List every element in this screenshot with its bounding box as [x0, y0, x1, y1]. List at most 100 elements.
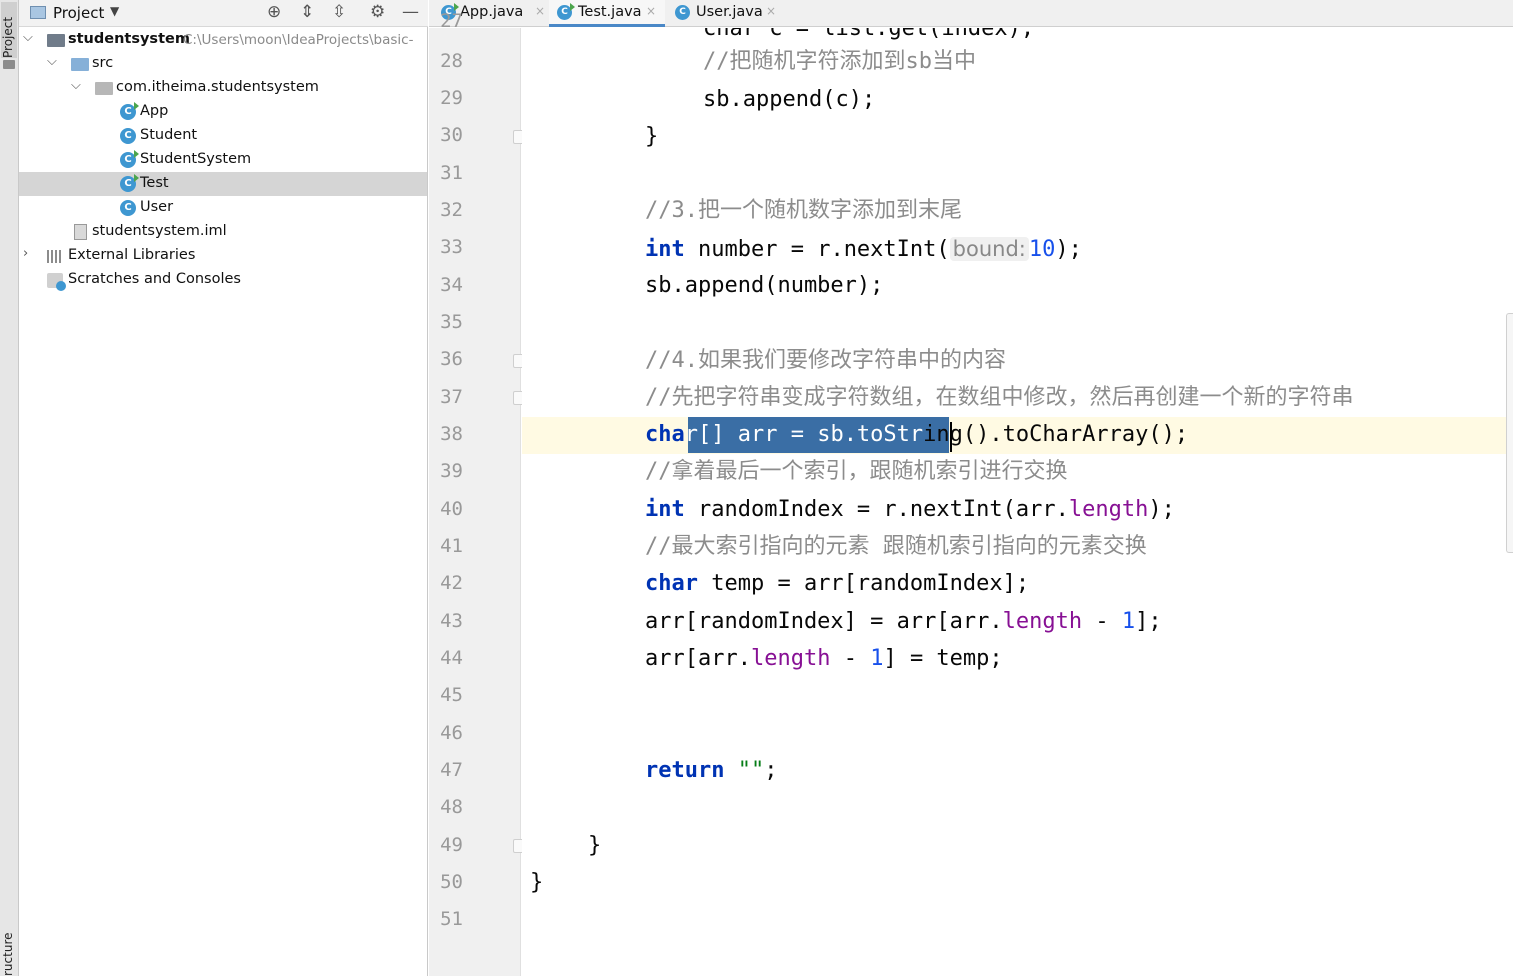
tree-item-test[interactable]: C Test [19, 172, 427, 196]
tree-item-label: App [140, 103, 169, 119]
project-panel: Project ▼ ⊕ ⇕ ⇳ ⚙ — ⌵ studentsystem C:\U… [19, 0, 428, 976]
tree-item-label: StudentSystem [140, 151, 252, 167]
tree-item-student[interactable]: C Student [19, 124, 427, 148]
line-number: 45 [440, 684, 463, 706]
chevron-down-icon[interactable]: ▼ [110, 4, 119, 18]
java-class-icon: C [675, 5, 690, 20]
chevron-down-icon[interactable]: ⌵ [71, 78, 81, 93]
code-text: ); [1148, 497, 1175, 522]
code-line-29: sb.append(c); [703, 87, 876, 112]
project-view-icon [30, 6, 46, 19]
number-literal: 10 [1028, 237, 1056, 262]
locate-icon[interactable]: ⊕ [267, 2, 281, 22]
code-text: ]; [1135, 609, 1162, 634]
tree-item-iml[interactable]: studentsystem.iml [19, 220, 427, 244]
close-icon[interactable]: × [766, 4, 776, 18]
tree-item-label: studentsystem [68, 31, 190, 47]
chevron-right-icon[interactable]: › [23, 246, 28, 261]
code-line-39: //拿着最后一个索引，跟随机索引进行交换 [645, 459, 1068, 484]
tab-label: User.java [696, 4, 763, 20]
tree-item-label: External Libraries [68, 247, 196, 263]
editor-tab-bar: C App.java × C Test.java × C User.java × [429, 0, 1513, 27]
structure-tool-window-button[interactable]: ructure [1, 930, 17, 976]
tree-item-label: Student [140, 127, 198, 143]
line-number-gutter: 27 28 29 30 31 32 33 34 35 36 37 38 39 4… [429, 10, 527, 976]
code-line-27: char c = list.get(index); [703, 28, 1035, 41]
source-folder-icon [71, 58, 89, 71]
line-number: 38 [440, 423, 463, 445]
libraries-icon [47, 250, 63, 263]
collapse-all-icon[interactable]: ⇳ [332, 2, 346, 22]
line-number: 39 [440, 460, 463, 482]
expand-all-icon[interactable]: ⇕ [300, 2, 314, 22]
tab-test-java[interactable]: C Test.java × [549, 0, 665, 27]
line-number: 48 [440, 796, 463, 818]
minimize-icon[interactable]: — [402, 2, 419, 22]
line-number: 42 [440, 572, 463, 594]
parameter-hint: bound: [949, 237, 1029, 261]
tab-label: App.java [460, 4, 524, 20]
project-view-selector[interactable]: Project [53, 4, 104, 22]
keyword: int [645, 497, 685, 522]
tree-item-label: Test [140, 175, 169, 191]
number-literal: 1 [870, 646, 884, 671]
keyword: return [645, 758, 725, 783]
code-text: - [830, 646, 871, 671]
close-icon[interactable]: × [646, 4, 656, 18]
code-text: randomIndex = r.nextInt(arr. [684, 497, 1069, 522]
code-editor[interactable]: char c = list.get(index); //把随机字符添加到sb当中… [522, 28, 1513, 976]
line-number: 30 [440, 124, 463, 146]
code-text: ); [1055, 237, 1082, 262]
gear-icon[interactable]: ⚙ [370, 2, 385, 22]
tree-item-label: Scratches and Consoles [68, 271, 241, 287]
field-name: length [750, 646, 831, 671]
chevron-down-icon[interactable]: ⌵ [47, 54, 57, 69]
line-number: 51 [440, 908, 463, 930]
code-line-44: arr[arr.length - 1] = temp; [645, 644, 1003, 674]
module-path: C:\Users\moon\IdeaProjects\basic- [183, 32, 414, 48]
tree-item-src[interactable]: ⌵ src [19, 52, 427, 76]
tree-item-studentsystem-class[interactable]: C StudentSystem [19, 148, 427, 172]
java-class-icon: C [120, 102, 139, 120]
code-line-33: int number = r.nextInt(bound: 10); [645, 234, 1082, 265]
tree-item-studentsystem[interactable]: ⌵ studentsystem C:\Users\moon\IdeaProjec… [19, 28, 427, 52]
chevron-down-icon[interactable]: ⌵ [23, 30, 33, 45]
close-icon[interactable]: × [535, 4, 545, 18]
project-tool-window-button[interactable]: Project [1, 2, 17, 58]
code-line-42: char temp = arr[randomIndex]; [645, 569, 1029, 599]
line-number: 50 [440, 871, 463, 893]
code-line-40: int randomIndex = r.nextInt(arr.length); [645, 495, 1175, 525]
java-class-icon: C [557, 3, 575, 20]
line-number: 49 [440, 834, 463, 856]
code-line-49: } [588, 833, 602, 858]
tree-item-external-libraries[interactable]: › External Libraries [19, 244, 427, 268]
code-line-41: //最大索引指向的元素 跟随机索引指向的元素交换 [645, 534, 1147, 559]
keyword: char [645, 571, 698, 596]
tree-item-scratches[interactable]: Scratches and Consoles [19, 268, 427, 292]
java-class-icon: C [120, 200, 136, 216]
tree-item-package[interactable]: ⌵ com.itheima.studentsystem [19, 76, 427, 100]
tree-item-user[interactable]: C User [19, 196, 427, 220]
code-line-36: //4.如果我们要修改字符串中的内容 [645, 348, 1006, 373]
module-folder-icon [47, 34, 65, 47]
code-text: temp = arr[randomIndex]; [697, 571, 1030, 596]
line-number: 40 [440, 498, 463, 520]
java-class-icon: C [120, 150, 139, 168]
code-text: arr[arr. [645, 646, 751, 671]
code-line-30: } [645, 124, 659, 149]
project-panel-header: Project ▼ ⊕ ⇕ ⇳ ⚙ — [19, 0, 428, 27]
line-number: 37 [440, 386, 463, 408]
code-line-38: char[] arr = sb.toString().toCharArray()… [645, 420, 1188, 450]
scratches-icon [47, 273, 66, 291]
text-caret [950, 422, 952, 452]
code-text: ; [764, 758, 778, 783]
number-literal: 1 [1121, 609, 1136, 634]
folder-icon [3, 60, 15, 69]
field-name: length [1068, 497, 1149, 522]
keyword: int [645, 237, 685, 262]
tree-item-app[interactable]: C App [19, 100, 427, 124]
editor-scrollbar[interactable] [1506, 313, 1513, 553]
tab-user-java[interactable]: C User.java × [669, 0, 781, 27]
line-number: 28 [440, 50, 463, 72]
code-line-37: //先把字符串变成字符数组，在数组中修改，然后再创建一个新的字符串 [645, 385, 1354, 410]
